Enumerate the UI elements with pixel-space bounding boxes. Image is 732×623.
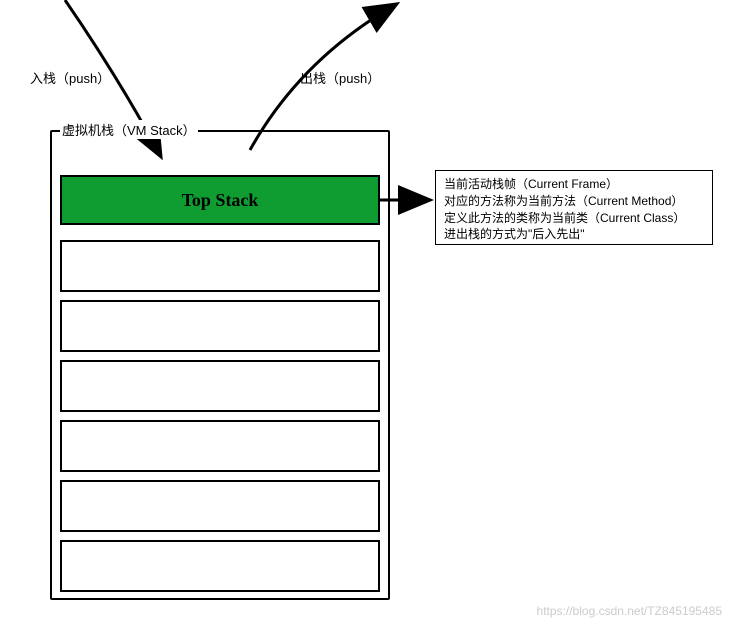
vm-stack-label: 虚拟机栈（VM Stack） xyxy=(60,120,198,139)
push-in-label: 入栈（push） xyxy=(30,68,110,87)
top-stack-frame: Top Stack xyxy=(60,175,380,225)
watermark: https://blog.csdn.net/TZ845195485 xyxy=(537,604,722,618)
info-line-3: 定义此方法的类称为当前类（Current Class） xyxy=(444,210,704,227)
stack-frame xyxy=(60,420,380,472)
stack-frame xyxy=(60,540,380,592)
stack-frame xyxy=(60,360,380,412)
stack-frame xyxy=(60,300,380,352)
top-stack-label: Top Stack xyxy=(182,190,259,211)
info-line-2: 对应的方法称为当前方法（Current Method） xyxy=(444,193,704,210)
stack-frame xyxy=(60,480,380,532)
info-line-1: 当前活动栈帧（Current Frame） xyxy=(444,176,704,193)
stack-frame xyxy=(60,240,380,292)
info-box: 当前活动栈帧（Current Frame） 对应的方法称为当前方法（Curren… xyxy=(435,170,713,245)
push-out-label: 出栈（push） xyxy=(300,68,380,87)
info-line-4: 进出栈的方式为"后入先出" xyxy=(444,226,704,243)
